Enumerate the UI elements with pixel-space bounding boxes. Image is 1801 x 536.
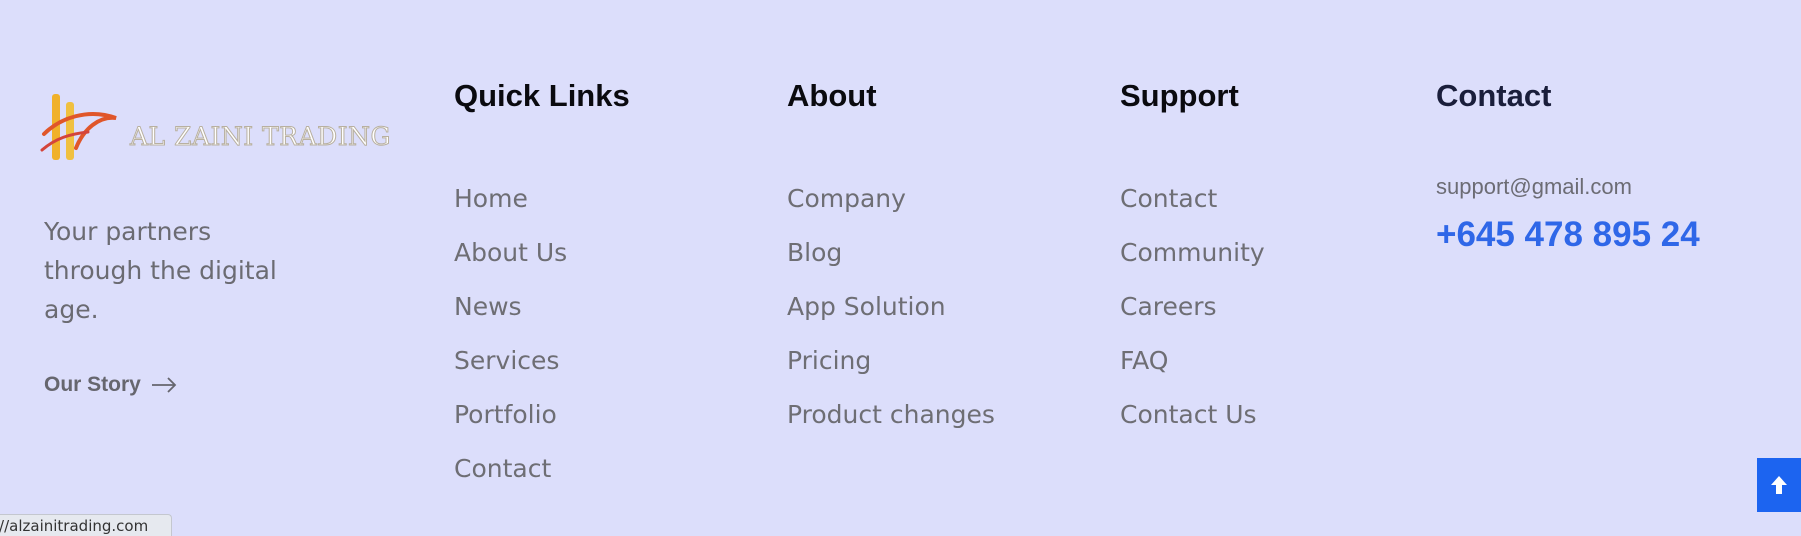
footer-link-pricing[interactable]: Pricing	[787, 334, 995, 388]
footer-link-news[interactable]: News	[454, 280, 567, 334]
footer-link-product-changes[interactable]: Product changes	[787, 388, 995, 442]
contact-heading: Contact	[1436, 78, 1552, 113]
our-story-label: Our Story	[44, 373, 141, 396]
quick-links-column: Quick Links Home About Us News Services …	[454, 72, 630, 483]
footer-link-faq[interactable]: FAQ	[1120, 334, 1265, 388]
arrow-up-icon	[1771, 476, 1787, 494]
status-bar-url-text: ://alzainitrading.com	[0, 517, 149, 535]
footer-link-about-us[interactable]: About Us	[454, 226, 567, 280]
arrow-right-icon	[151, 377, 177, 393]
contact-email[interactable]: support@gmail.com	[1436, 174, 1632, 200]
tagline: Your partners through the digital age.	[44, 217, 277, 324]
contact-phone[interactable]: +645 478 895 24	[1436, 215, 1700, 255]
about-column: About Company Blog App Solution Pricing …	[787, 72, 995, 429]
support-list: Contact Community Careers FAQ Contact Us	[1120, 172, 1265, 442]
footer-link-home[interactable]: Home	[454, 172, 567, 226]
contact-column: Contact support@gmail.com +645 478 895 2…	[1436, 72, 1700, 254]
footer-link-contact[interactable]: Contact	[454, 442, 567, 496]
footer-link-community[interactable]: Community	[1120, 226, 1265, 280]
logo-mark-icon	[40, 94, 117, 160]
footer-link-contact-us[interactable]: Contact Us	[1120, 388, 1265, 442]
about-list: Company Blog App Solution Pricing Produc…	[787, 172, 995, 442]
footer-link-support-contact[interactable]: Contact	[1120, 172, 1265, 226]
logo[interactable]: AL ZAINI TRADING	[40, 88, 400, 168]
footer-link-careers[interactable]: Careers	[1120, 280, 1265, 334]
footer-link-app-solution[interactable]: App Solution	[787, 280, 995, 334]
logo-text: AL ZAINI TRADING	[130, 122, 391, 152]
footer-link-services[interactable]: Services	[454, 334, 567, 388]
footer-link-blog[interactable]: Blog	[787, 226, 995, 280]
support-column: Support Contact Community Careers FAQ Co…	[1120, 72, 1265, 429]
support-heading: Support	[1120, 78, 1239, 113]
quick-links-list: Home About Us News Services Portfolio Co…	[454, 172, 567, 496]
footer-link-portfolio[interactable]: Portfolio	[454, 388, 567, 442]
footer-link-company[interactable]: Company	[787, 172, 995, 226]
quick-links-heading: Quick Links	[454, 78, 630, 113]
back-to-top-button[interactable]	[1757, 458, 1801, 512]
our-story-link[interactable]: Our Story	[44, 373, 177, 397]
about-heading: About	[787, 78, 877, 113]
status-bar-url: ://alzainitrading.com	[0, 514, 172, 536]
